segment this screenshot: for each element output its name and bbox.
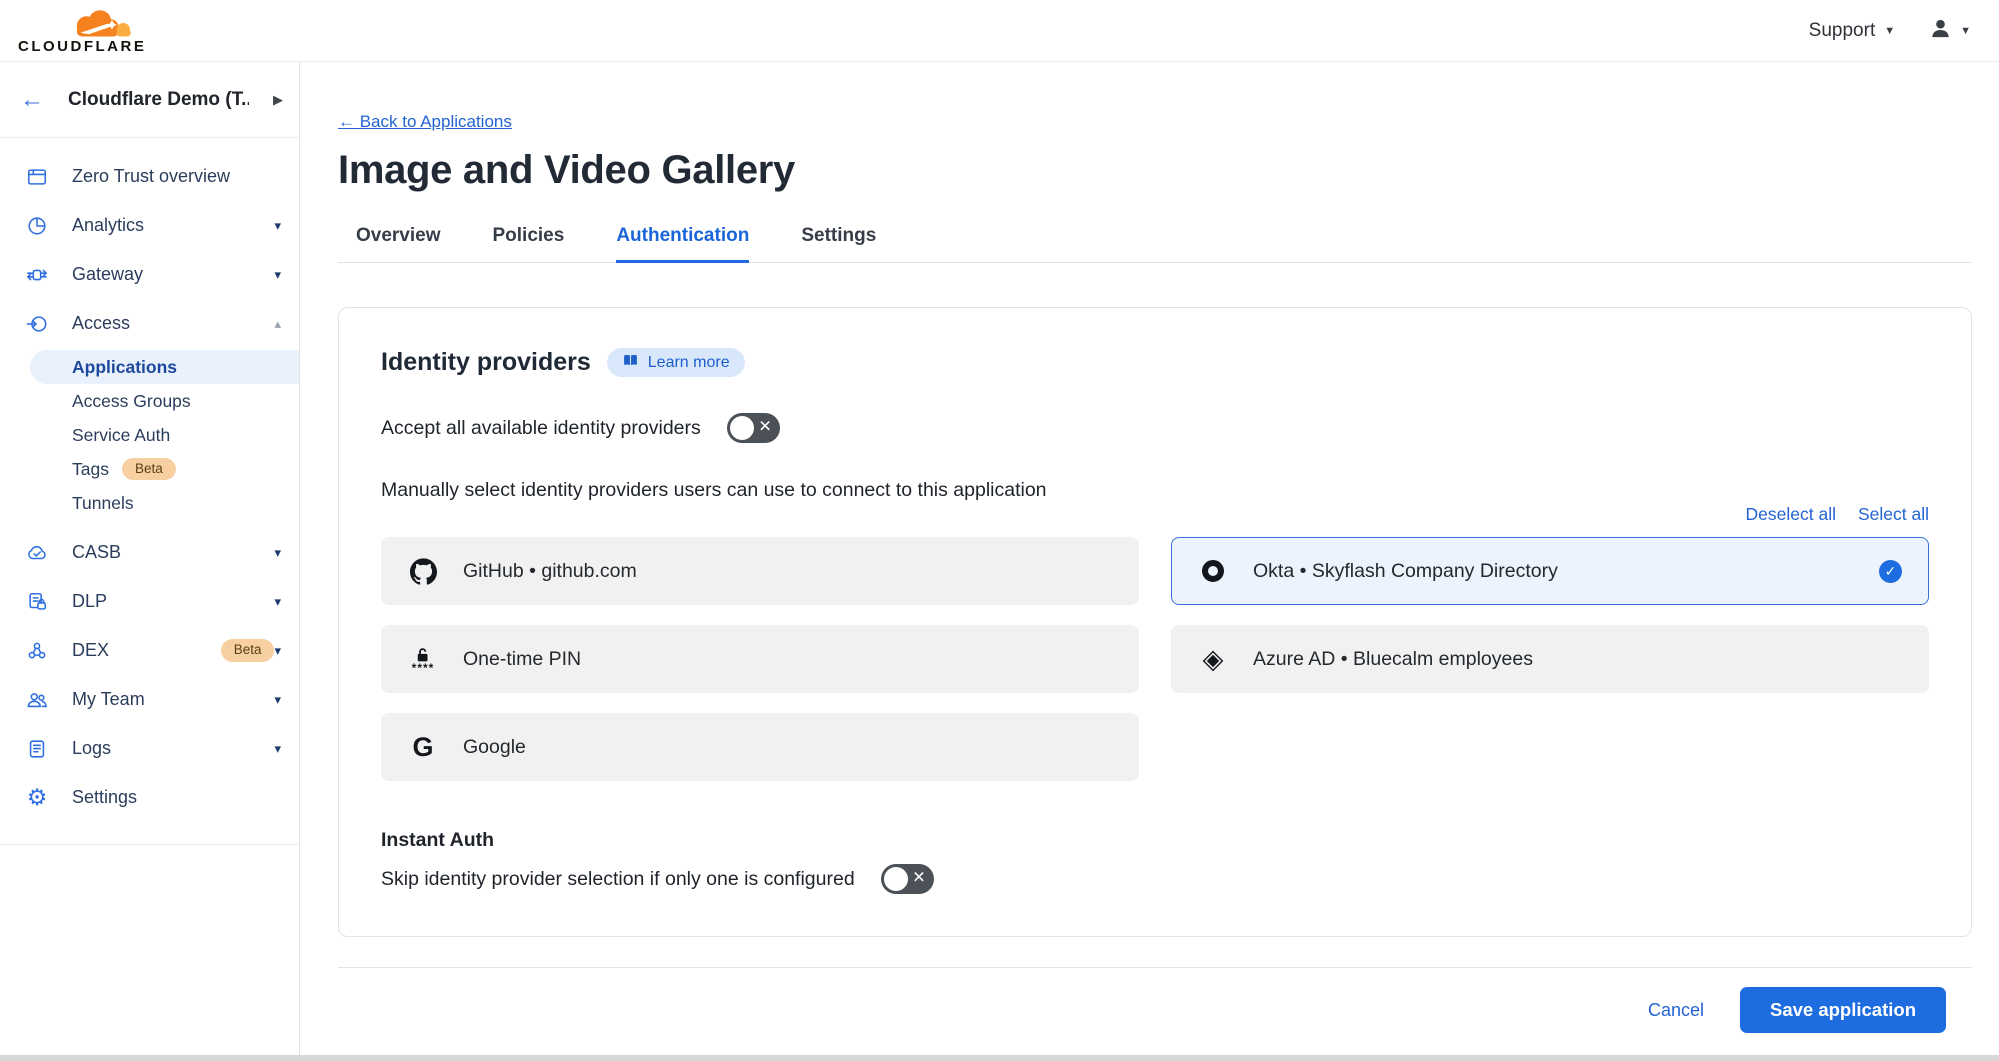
google-icon: G [408,734,438,761]
identity-providers-heading: Identity providers [381,348,591,377]
azure-ad-icon: ◈ [1198,646,1228,673]
selected-check-icon: ✓ [1879,560,1902,583]
toggle-off-x-icon: ✕ [758,420,771,436]
cloudflare-logo[interactable]: CLOUDFLARE [18,8,146,54]
sidebar-item-gateway[interactable]: Gateway ▾ [0,250,299,299]
window-bottom-edge [0,1055,1999,1061]
cloud-check-icon [24,541,50,565]
okta-icon [1198,560,1228,582]
provider-name: Google [463,736,526,759]
chevron-down-icon: ▾ [274,692,281,708]
chevron-down-icon: ▾ [274,545,281,561]
chevron-down-icon: ▾ [274,267,281,283]
sidebar-item-logs[interactable]: Logs ▾ [0,724,299,773]
tab-overview[interactable]: Overview [356,225,441,263]
network-nodes-icon [24,639,50,663]
provider-card-one-time-pin[interactable]: **** One-time PIN [381,625,1139,693]
provider-grid: GitHub • github.com Okta • Skyflash Comp… [381,537,1929,781]
instant-auth-toggle[interactable]: ✕ [881,864,934,894]
one-time-pin-icon: **** [408,647,438,671]
sidebar-nav: Zero Trust overview Analytics ▾ Gateway … [0,138,299,845]
accept-all-label: Accept all available identity providers [381,417,701,440]
manual-select-text: Manually select identity providers users… [381,479,1929,502]
cloudflare-cloud-icon [18,8,142,38]
book-icon [622,353,639,373]
support-label: Support [1809,20,1876,42]
beta-badge: Beta [221,639,275,662]
chevron-down-icon: ▼ [1884,25,1895,37]
provider-card-azure-ad[interactable]: ◈ Azure AD • Bluecalm employees [1171,625,1929,693]
gear-icon: ⚙ [24,786,50,810]
deselect-all-link[interactable]: Deselect all [1746,504,1836,525]
chevron-down-icon: ▾ [274,594,281,610]
provider-card-okta[interactable]: Okta • Skyflash Company Directory ✓ [1171,537,1929,605]
gateway-icon [24,263,50,287]
chevron-up-icon: ▴ [274,316,281,332]
document-lock-icon [24,590,50,614]
chevron-down-icon: ▾ [274,643,281,659]
sidebar-divider [0,844,299,845]
accept-all-toggle[interactable]: ✕ [727,413,780,443]
tab-settings[interactable]: Settings [801,225,876,263]
sidebar: ← Cloudflare Demo (T... ▶ Zero Trust ove… [0,62,300,1061]
provider-card-google[interactable]: G Google [381,713,1139,781]
people-icon [24,688,50,712]
instant-auth-label: Skip identity provider selection if only… [381,868,855,891]
tab-policies[interactable]: Policies [493,225,565,263]
tab-authentication[interactable]: Authentication [616,225,749,263]
back-to-applications-link[interactable]: ← Back to Applications [338,112,512,132]
sidebar-item-my-team[interactable]: My Team ▾ [0,675,299,724]
window-icon [24,165,50,189]
user-icon [1929,17,1952,45]
footer-actions: Cancel Save application [338,968,1972,1033]
user-menu[interactable]: ▼ [1929,17,1971,45]
beta-badge: Beta [122,458,176,481]
pie-chart-icon [24,214,50,238]
provider-name: GitHub • github.com [463,560,637,583]
github-icon [408,558,438,585]
provider-name: One-time PIN [463,648,581,671]
toggle-knob [884,867,908,891]
tab-bar: Overview Policies Authentication Setting… [338,225,1972,263]
sidebar-item-applications[interactable]: Applications [30,350,299,384]
support-menu[interactable]: Support ▼ [1809,20,1895,42]
back-arrow-icon[interactable]: ← [20,88,44,112]
login-arrow-icon [24,312,50,336]
top-bar: CLOUDFLARE Support ▼ ▼ [0,0,1999,62]
chevron-down-icon: ▾ [274,218,281,234]
provider-name: Okta • Skyflash Company Directory [1253,560,1558,583]
account-name: Cloudflare Demo (T... [68,89,249,111]
sidebar-item-access-groups[interactable]: Access Groups [0,384,299,418]
sidebar-item-access[interactable]: Access ▴ [0,299,299,348]
chevron-right-icon: ▶ [273,92,283,108]
sidebar-item-tags[interactable]: Tags Beta [0,452,299,486]
instant-auth-heading: Instant Auth [381,829,1929,852]
sidebar-item-dlp[interactable]: DLP ▾ [0,577,299,626]
sidebar-item-dex[interactable]: DEX Beta ▾ [0,626,299,675]
main-content: ← Back to Applications Image and Video G… [300,62,1999,1061]
page-title: Image and Video Gallery [338,148,1972,193]
account-switcher[interactable]: ← Cloudflare Demo (T... ▶ [0,62,299,138]
cloudflare-wordmark: CLOUDFLARE [18,39,146,54]
sidebar-item-casb[interactable]: CASB ▾ [0,528,299,577]
chevron-down-icon: ▾ [274,741,281,757]
provider-name: Azure AD • Bluecalm employees [1253,648,1533,671]
sidebar-item-zero-trust-overview[interactable]: Zero Trust overview [0,152,299,201]
access-submenu: Applications Access Groups Service Auth … [0,350,299,520]
identity-providers-card: Identity providers Learn more Accept all… [338,307,1972,937]
select-all-link[interactable]: Select all [1858,504,1929,525]
learn-more-link[interactable]: Learn more [607,348,745,377]
toggle-off-x-icon: ✕ [912,871,925,887]
provider-card-github[interactable]: GitHub • github.com [381,537,1139,605]
sidebar-item-service-auth[interactable]: Service Auth [0,418,299,452]
save-application-button[interactable]: Save application [1740,987,1946,1033]
sidebar-item-settings[interactable]: ⚙ Settings [0,773,299,822]
document-lines-icon [24,737,50,761]
sidebar-item-tunnels[interactable]: Tunnels [0,486,299,520]
toggle-knob [730,416,754,440]
sidebar-item-analytics[interactable]: Analytics ▾ [0,201,299,250]
cancel-button[interactable]: Cancel [1648,1000,1704,1021]
chevron-down-icon: ▼ [1960,25,1971,37]
